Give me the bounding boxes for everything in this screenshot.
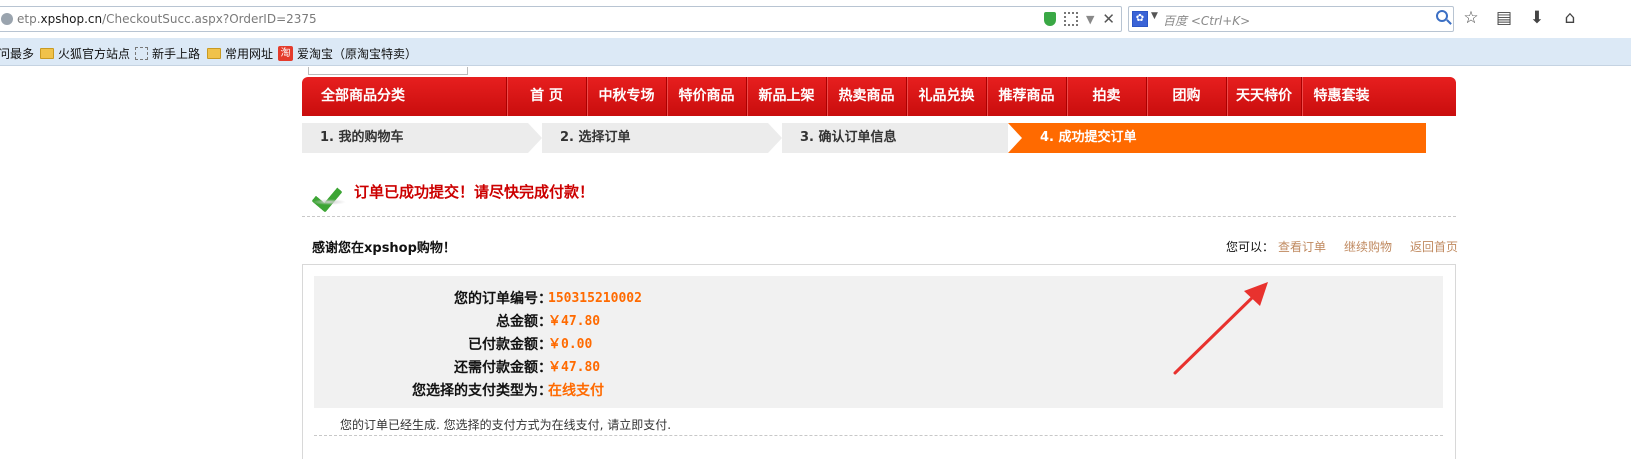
thanks-heading: 感谢您在xpshop购物！ [312,241,456,256]
total-amount-row: 总金额： ￥47.80 [314,311,914,333]
divider [314,435,1443,436]
nav-new-arrivals[interactable]: 新品上架 [746,77,826,116]
search-bar[interactable]: ✿ ▼ 百度 <Ctrl+K> [1128,6,1454,32]
bookmark-star-icon[interactable]: ☆ [1462,8,1480,28]
page-content: 全部商品分类 首 页 中秋专场 特价商品 新品上架 热卖商品 礼品兑换 推荐商品… [0,67,1631,459]
nav-mid-autumn[interactable]: 中秋专场 [586,77,666,116]
order-number: 150315210002 [548,291,642,306]
checkmark-icon [312,175,346,207]
nav-auction[interactable]: 拍卖 [1066,77,1146,116]
taobao-icon: 淘 [278,46,293,61]
close-icon[interactable]: ✕ [1102,12,1115,27]
due-amount: ￥47.80 [548,360,601,375]
bookmark-firefox-site[interactable]: 火狐官方站点 [40,45,130,62]
payment-type-row: 您选择的支付类型为： 在线支付 [314,380,914,402]
home-icon[interactable]: ⌂ [1561,8,1579,28]
bookmark-common-sites[interactable]: 常用网址 [207,45,273,62]
nav-gift-exchange[interactable]: 礼品兑换 [906,77,986,116]
back-home-link[interactable]: 返回首页 [1410,238,1458,255]
browser-toolbar: etp.xpshop.cn/CheckoutSucc.aspx?OrderID=… [0,0,1631,38]
search-icon[interactable] [1436,10,1448,22]
nav-recommended[interactable]: 推荐商品 [986,77,1066,116]
download-icon[interactable]: ⬇ [1528,8,1546,28]
nav-bundle-deals[interactable]: 特惠套装 [1301,77,1381,116]
site-globe-icon [1,13,13,25]
nav-daily-deals[interactable]: 天天特价 [1226,77,1301,116]
search-input[interactable]: 百度 <Ctrl+K> [1163,12,1250,29]
bookmarks-bar: 问最多 火狐官方站点 新手上路 常用网址 淘 爱淘宝（原淘宝特卖） [0,38,1631,66]
reading-list-icon[interactable]: ▤ [1495,8,1513,28]
checkout-steps: 1. 我的购物车 2. 选择订单 3. 确认订单信息 4. 成功提交订单 [302,123,1426,153]
action-links: 您可以： 查看订单 继续购物 返回首页 [1226,238,1458,255]
step-select-order: 2. 选择订单 [542,123,768,153]
success-message: 订单已成功提交！请尽快完成付款！ [354,182,595,201]
page-icon [135,47,148,60]
nav-hot-sale[interactable]: 热卖商品 [826,77,906,116]
header-search-box-edge [308,67,468,75]
bookmark-most-visited[interactable]: 问最多 [0,45,34,62]
nav-home[interactable]: 首 页 [506,77,586,116]
address-url[interactable]: etp.xpshop.cn/CheckoutSucc.aspx?OrderID=… [17,12,317,26]
security-shield-icon[interactable] [1043,12,1056,26]
engine-dropdown-icon[interactable]: ▼ [1151,11,1158,21]
step-submitted: 4. 成功提交订单 [1022,123,1426,153]
nav-all-categories[interactable]: 全部商品分类 [321,77,405,116]
nav-group-buy[interactable]: 团购 [1146,77,1226,116]
continue-shopping-link[interactable]: 继续购物 [1344,238,1392,255]
history-dropdown-icon[interactable]: ▼ [1086,13,1094,26]
baidu-paw-icon[interactable]: ✿ [1132,11,1148,27]
action-links-label: 您可以： [1226,240,1275,254]
nav-special-price[interactable]: 特价商品 [666,77,746,116]
paid-amount: ￥0.00 [548,337,593,352]
qr-code-icon[interactable] [1063,12,1078,26]
view-order-link[interactable]: 查看订单 [1278,238,1326,255]
folder-icon [207,48,221,59]
bookmark-getting-started[interactable]: 新手上路 [135,45,200,62]
bookmark-ai-taobao[interactable]: 淘 爱淘宝（原淘宝特卖） [278,45,417,62]
success-banner: 订单已成功提交！请尽快完成付款！ [312,175,594,207]
order-note: 您的订单已经生成. 您选择的支付方式为在线支付, 请立即支付. [340,418,672,432]
address-bar[interactable]: etp.xpshop.cn/CheckoutSucc.aspx?OrderID=… [0,6,1122,32]
order-number-row: 您的订单编号： 150315210002 [314,288,914,310]
payment-type: 在线支付 [548,383,604,399]
divider [302,216,1456,217]
paid-amount-row: 已付款金额： ￥0.00 [314,334,914,356]
order-summary: 您的订单编号： 150315210002 总金额： ￥47.80 已付款金额： … [314,276,1443,408]
folder-icon [40,48,54,59]
due-amount-row: 还需付款金额： ￥47.80 [314,357,914,379]
step-cart: 1. 我的购物车 [302,123,528,153]
step-confirm: 3. 确认订单信息 [782,123,1008,153]
total-amount: ￥47.80 [548,314,601,329]
main-nav: 全部商品分类 首 页 中秋专场 特价商品 新品上架 热卖商品 礼品兑换 推荐商品… [302,77,1456,116]
